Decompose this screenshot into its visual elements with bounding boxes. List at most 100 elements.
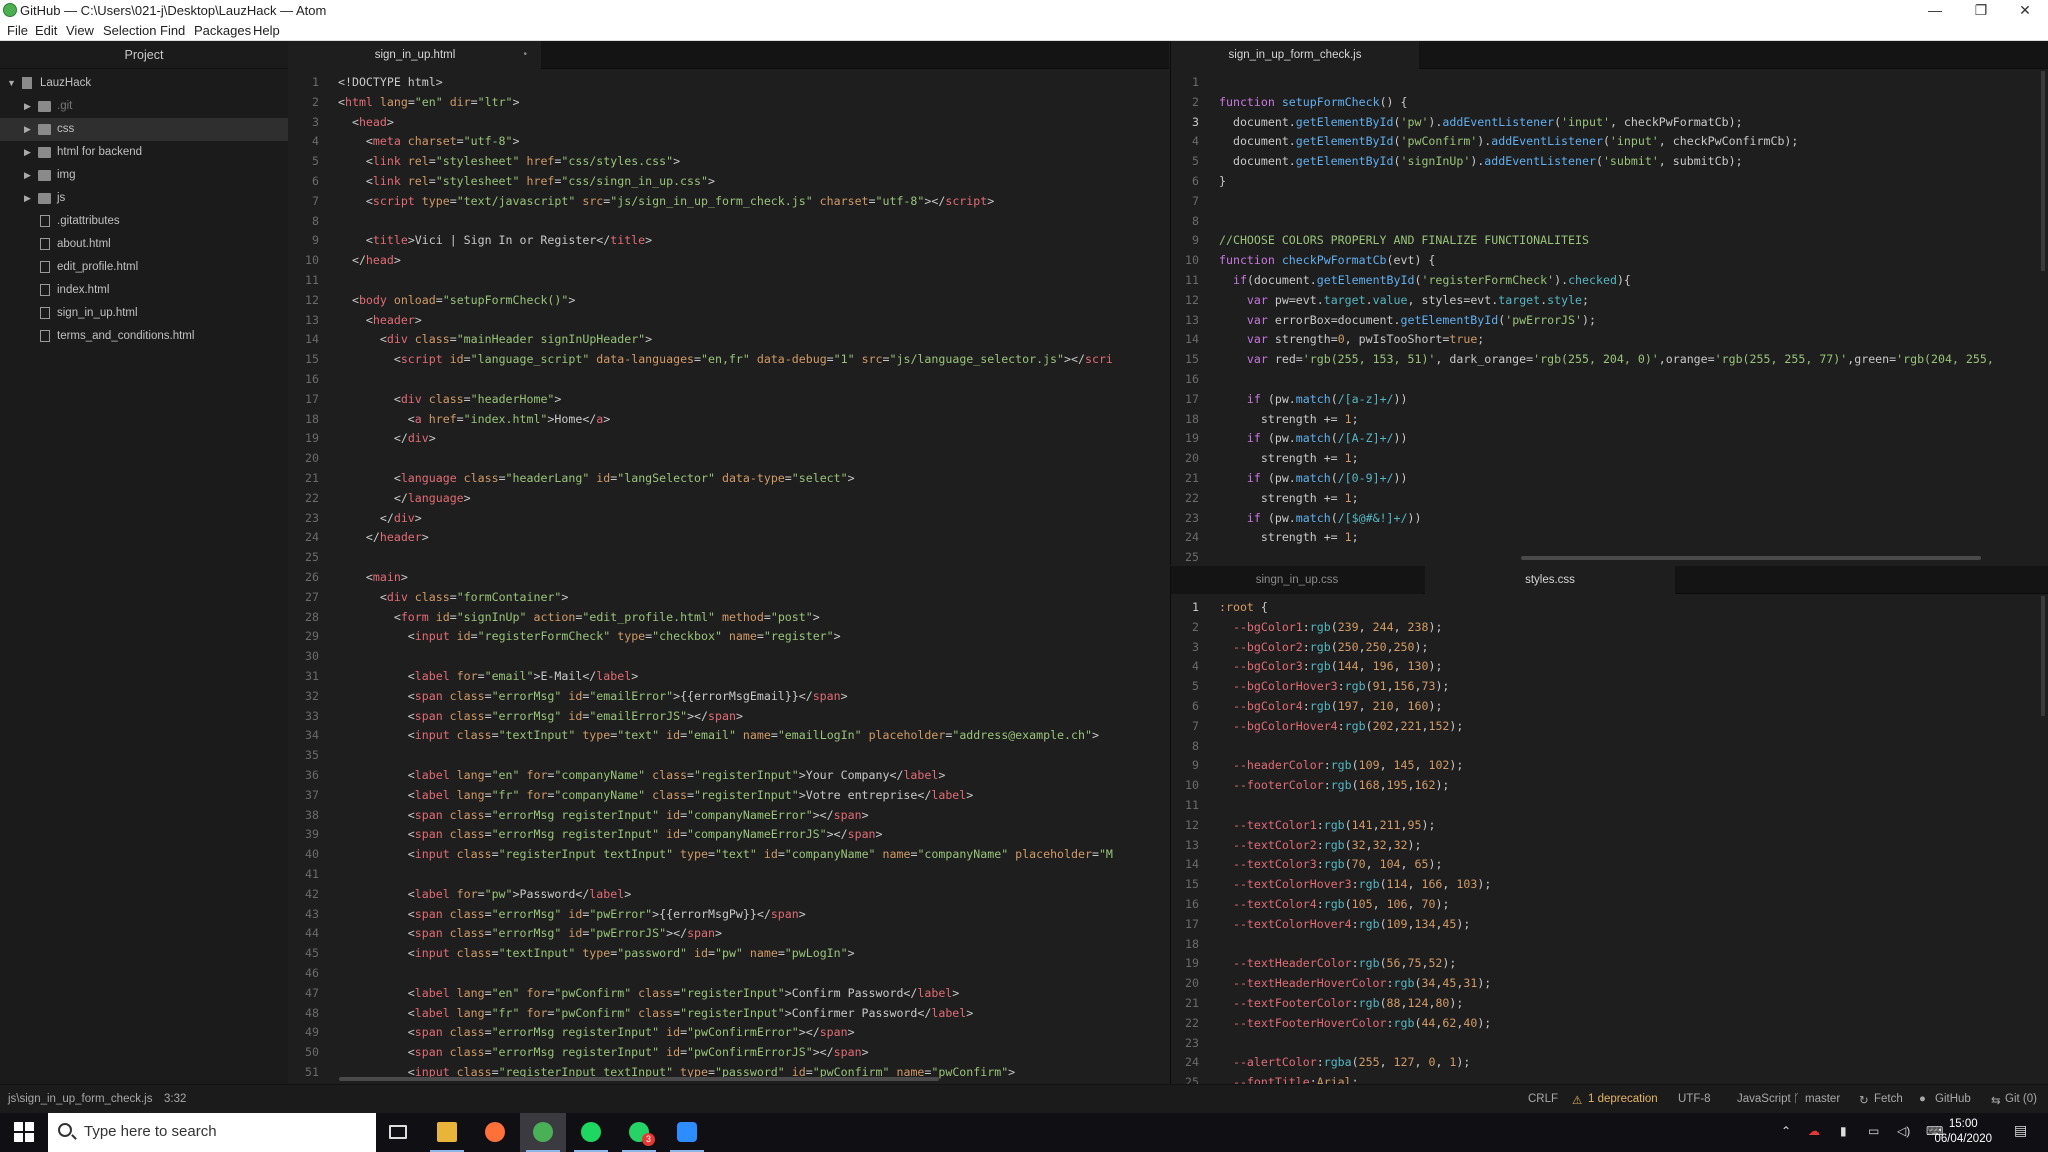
status-fetch[interactable]: Fetch: [1874, 1093, 1903, 1105]
file-explorer-icon[interactable]: [424, 1113, 470, 1152]
onedrive-icon[interactable]: ☁: [1808, 1124, 1820, 1138]
chevron-right-icon: ▶: [24, 193, 31, 203]
tree-item-css[interactable]: ▶ css: [0, 118, 288, 141]
line-number: 6: [1192, 699, 1199, 713]
status-encoding[interactable]: UTF-8: [1678, 1093, 1711, 1105]
code-line: --bgColor1:rgb(239, 244, 238);: [1219, 619, 1443, 634]
status-line-ending[interactable]: CRLF: [1528, 1093, 1558, 1105]
atom-app-icon[interactable]: [520, 1113, 566, 1152]
code-token: 124: [1407, 996, 1429, 1010]
code-token: (: [1330, 619, 1338, 634]
code-token: class: [645, 787, 688, 802]
tree-item-edit-profile-html[interactable]: edit_profile.html: [0, 256, 288, 279]
code-token: <: [338, 193, 373, 208]
code-token: 197: [1337, 699, 1359, 713]
modified-indicator: •: [523, 49, 527, 60]
tab-sign-in-up-html[interactable]: sign_in_up.html •: [289, 41, 541, 69]
tab-styles-css[interactable]: styles.css: [1425, 566, 1675, 594]
project-header[interactable]: Project: [0, 41, 288, 69]
code-line: --textFooterColor:rgb(88,124,80);: [1219, 996, 1463, 1010]
tree-item-about-html[interactable]: about.html: [0, 233, 288, 256]
code-token: >: [568, 292, 576, 307]
menu-file[interactable]: File: [7, 23, 28, 38]
code-token: ,: [1372, 817, 1380, 832]
horizontal-scrollbar[interactable]: [339, 1077, 939, 1081]
microphone-icon[interactable]: ▮: [1840, 1124, 1847, 1138]
whatsapp-icon[interactable]: 3: [616, 1113, 662, 1152]
tab-singn-in-up-css[interactable]: singn_in_up.css: [1171, 566, 1423, 594]
code-token: "pw": [484, 886, 513, 901]
code-token: :: [1386, 1015, 1394, 1030]
code-token: 202: [1372, 718, 1394, 733]
close-button[interactable]: ✕: [2002, 0, 2048, 21]
code-token: =: [1091, 847, 1099, 862]
tab-form-check-js[interactable]: sign_in_up_form_check.js: [1171, 41, 1419, 69]
file-icon: [40, 307, 50, 319]
code-line: strength += 1;: [1219, 451, 1359, 465]
code-token: ,: [1442, 877, 1457, 892]
volume-icon[interactable]: ◁): [1897, 1124, 1910, 1138]
windows-start-icon[interactable]: [14, 1122, 34, 1142]
menu-help[interactable]: Help: [253, 23, 280, 38]
minimize-button[interactable]: —: [1912, 0, 1958, 21]
tree-item-index-html[interactable]: index.html: [0, 279, 288, 302]
line-number: 13: [305, 312, 319, 327]
firefox-icon[interactable]: [472, 1113, 518, 1152]
code-editor-html[interactable]: 1 <!DOCTYPE html> 2 <html lang="en" dir="lt…: [289, 69, 1169, 1084]
code-token: getElementById: [1400, 312, 1499, 327]
battery-icon[interactable]: ▭: [1868, 1124, 1879, 1138]
line-number: 16: [1185, 897, 1199, 911]
code-token: (: [1344, 837, 1352, 852]
status-file-path[interactable]: js\sign_in_up_form_check.js: [8, 1093, 152, 1105]
project-root[interactable]: ▼ LauzHack: [0, 72, 288, 95]
vertical-scrollbar[interactable]: [2041, 71, 2045, 271]
tree-item-html-for-backend[interactable]: ▶ html for backend: [0, 141, 288, 164]
code-token: =: [491, 847, 499, 862]
menu-edit[interactable]: Edit: [35, 23, 57, 38]
code-token: 152: [1428, 718, 1450, 733]
line-number: 20: [1185, 451, 1199, 466]
spotify-icon[interactable]: [568, 1113, 614, 1152]
code-editor-css[interactable]: 1:root {2 --bgColor1:rgb(239, 244, 238);…: [1171, 594, 2048, 1084]
maximize-button[interactable]: ❐: [1958, 0, 2004, 21]
status-grammar[interactable]: JavaScript: [1737, 1093, 1791, 1105]
status-deprecations[interactable]: 1 deprecation: [1588, 1093, 1658, 1105]
code-token: >: [798, 906, 806, 921]
code-token: label: [596, 669, 632, 683]
tree-item-git[interactable]: ▶ .git: [0, 95, 288, 118]
status-git-branch[interactable]: master: [1805, 1093, 1840, 1105]
horizontal-scrollbar[interactable]: [1521, 556, 1981, 560]
code-token: 70: [1421, 897, 1436, 911]
zoom-icon[interactable]: [664, 1113, 710, 1152]
vertical-scrollbar[interactable]: [2041, 596, 2045, 716]
action-center-icon[interactable]: ▤: [2014, 1122, 2027, 1139]
menu-packages[interactable]: Packages: [194, 23, 251, 38]
code-token: class: [442, 807, 485, 822]
code-token: --textHeaderColor: [1219, 956, 1352, 971]
status-cursor-position[interactable]: 3:32: [164, 1093, 186, 1105]
code-token: ,: [1379, 778, 1387, 793]
menu-view[interactable]: View: [66, 23, 94, 38]
status-git[interactable]: Git (0): [2005, 1093, 2037, 1105]
menu-find[interactable]: Find: [160, 23, 185, 38]
line-number: 3: [1192, 639, 1199, 654]
code-token: 127: [1393, 1055, 1415, 1070]
chevron-up-icon[interactable]: ⌃: [1781, 1124, 1791, 1138]
tree-item-sign-in-up-html[interactable]: sign_in_up.html: [0, 302, 288, 325]
tree-item-js[interactable]: ▶ js: [0, 187, 288, 210]
taskbar-search-box[interactable]: Type here to search: [48, 1113, 376, 1152]
status-github[interactable]: GitHub: [1935, 1093, 1971, 1105]
code-token: >Vici | Sign In or Register</: [407, 233, 611, 248]
tree-item-terms-and-conditions-html[interactable]: terms_and_conditions.html: [0, 325, 288, 348]
folder-icon: [38, 193, 51, 204]
task-view-icon[interactable]: [376, 1113, 422, 1152]
code-token: :: [1309, 1075, 1317, 1084]
system-clock[interactable]: 15:00 06/04/2020: [1934, 1117, 1992, 1147]
menu-selection[interactable]: Selection: [103, 23, 156, 38]
code-token: "companyNameErrorJS": [687, 827, 827, 842]
code-editor-js[interactable]: 1 2 function setupFormCheck() {3 document.…: [1171, 69, 2048, 565]
tree-item-img[interactable]: ▶ img: [0, 164, 288, 187]
code-line: --bgColorHover4:rgb(202,221,152);: [1219, 719, 1463, 733]
tree-item-gitattributes[interactable]: .gitattributes: [0, 210, 288, 233]
